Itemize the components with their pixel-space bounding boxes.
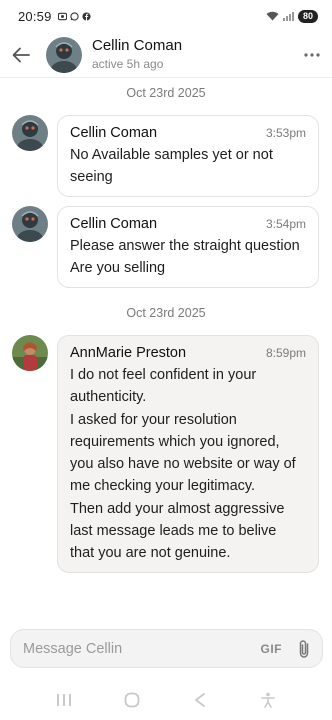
contact-avatar[interactable] — [46, 36, 82, 73]
date-separator: Oct 23rd 2025 — [126, 306, 206, 320]
whatsapp-icon — [69, 11, 79, 21]
message-text-line: No Available samples yet or not — [70, 147, 273, 163]
message-text-line: seeing — [70, 169, 113, 186]
recents-button[interactable] — [52, 688, 76, 712]
robot-avatar-image — [46, 36, 82, 73]
message-text-line: requirements which you ignored, — [70, 433, 280, 450]
message-bubble[interactable]: Cellin Coman 3:53pm No Available samples… — [57, 115, 319, 197]
chevron-left-icon — [195, 693, 205, 707]
message-text-line: last message leads me to belive — [70, 523, 277, 540]
status-right: 80 — [266, 9, 318, 23]
recents-icon — [57, 694, 71, 706]
facebook-icon — [81, 11, 91, 21]
chat-header: Cellin Coman active 5h ago — [0, 32, 332, 78]
message-composer: GIF — [10, 629, 323, 668]
battery-indicator: 80 — [297, 9, 318, 23]
arrow-left-icon — [12, 47, 30, 62]
wifi-icon — [266, 11, 279, 21]
gif-button[interactable]: GIF — [261, 642, 283, 656]
system-nav-bar — [0, 680, 332, 720]
message-time: 8:59pm — [265, 346, 306, 360]
message-text-line: Are you selling — [70, 260, 166, 277]
sender-avatar[interactable] — [12, 115, 48, 151]
message-time: 3:53pm — [265, 126, 306, 140]
message-header: AnnMarie Preston 8:59pm — [70, 345, 306, 361]
message-sender: Cellin Coman — [70, 216, 158, 232]
more-horizontal-icon — [304, 52, 320, 57]
sender-avatar[interactable] — [12, 206, 48, 242]
message-text-line: I do not feel confident in your — [70, 367, 257, 383]
message-text-line: Please answer the straight question — [70, 238, 300, 254]
notification-icons — [57, 11, 91, 21]
message-bubble[interactable]: Cellin Coman 3:54pm Please answer the st… — [57, 206, 319, 288]
screen-record-icon — [57, 12, 67, 20]
message-text-line: Then add your almost aggressive — [70, 500, 285, 517]
message-text-line: I asked for your resolution — [70, 411, 237, 428]
accessibility-icon — [261, 692, 275, 708]
accessibility-button[interactable] — [256, 688, 280, 712]
signal-icon — [282, 12, 294, 21]
message-bubble[interactable]: AnnMarie Preston 8:59pm I do not feel co… — [57, 335, 319, 573]
back-nav-button[interactable] — [188, 688, 212, 712]
back-button[interactable] — [0, 32, 42, 78]
contact-info[interactable]: Cellin Coman active 5h ago — [92, 37, 292, 72]
robot-avatar-image — [12, 115, 48, 151]
message-sender: Cellin Coman — [70, 125, 158, 141]
paperclip-icon — [299, 639, 309, 658]
home-button[interactable] — [120, 688, 144, 712]
message-header: Cellin Coman 3:53pm — [70, 125, 306, 141]
home-circle-icon — [124, 692, 140, 708]
status-bar: 20:59 80 — [0, 0, 332, 32]
status-time: 20:59 — [18, 8, 52, 24]
status-left: 20:59 — [18, 9, 91, 24]
message-text-line: you also have no website or way of — [70, 456, 296, 473]
contact-status: active 5h ago — [92, 57, 164, 71]
message-text-line: that you are not genuine. — [70, 545, 231, 562]
message-input[interactable] — [23, 640, 261, 657]
message-text-line: authenticity. — [70, 389, 147, 406]
message-header: Cellin Coman 3:54pm — [70, 216, 306, 232]
more-options-button[interactable] — [292, 32, 332, 78]
robot-avatar-image — [12, 206, 48, 242]
message-sender: AnnMarie Preston — [70, 345, 187, 361]
profile-photo-image — [12, 335, 48, 371]
date-separator: Oct 23rd 2025 — [126, 86, 206, 100]
contact-name: Cellin Coman — [92, 37, 183, 54]
attach-button[interactable] — [296, 639, 312, 659]
message-text-line: me checking your legitimacy. — [70, 478, 256, 495]
own-avatar[interactable] — [12, 335, 48, 371]
message-time: 3:54pm — [265, 217, 306, 231]
